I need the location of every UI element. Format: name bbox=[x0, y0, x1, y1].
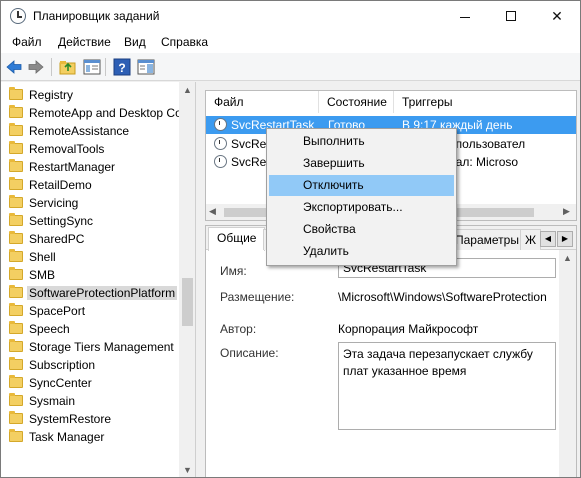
description-label: Описание: bbox=[220, 346, 279, 360]
folder-icon bbox=[9, 87, 23, 100]
tree-item[interactable]: Speech bbox=[9, 320, 179, 338]
task-scheduler-window: Планировщик заданий ✕ Файл Действие Вид … bbox=[0, 0, 581, 478]
maximize-icon bbox=[506, 11, 516, 21]
tree-item[interactable]: RetailDemo bbox=[9, 176, 179, 194]
menu-item-export[interactable]: Экспортировать... bbox=[269, 197, 454, 218]
menu-item-run[interactable]: Выполнить bbox=[269, 131, 454, 152]
folder-icon bbox=[9, 393, 23, 406]
toolbar-separator bbox=[105, 58, 106, 76]
tree-item[interactable]: Registry bbox=[9, 86, 179, 104]
folder-icon bbox=[9, 249, 23, 262]
tree-item[interactable]: Shell bbox=[9, 248, 179, 266]
svg-text:?: ? bbox=[118, 61, 125, 75]
clock-app-icon bbox=[10, 8, 26, 24]
window-title: Планировщик заданий bbox=[33, 9, 160, 23]
scroll-left-icon[interactable]: ◀ bbox=[209, 206, 216, 217]
folder-icon bbox=[9, 195, 23, 208]
tree-item[interactable]: RemovalTools bbox=[9, 140, 179, 158]
location-label: Размещение: bbox=[220, 290, 295, 304]
folder-icon bbox=[9, 177, 23, 190]
toolbar: ? bbox=[1, 53, 580, 81]
menu-bar: Файл Действие Вид Справка bbox=[1, 31, 580, 53]
tree-item[interactable]: Storage Tiers Management bbox=[9, 338, 179, 356]
folder-icon bbox=[9, 339, 23, 352]
title-bar: Планировщик заданий ✕ bbox=[1, 1, 580, 31]
folder-icon bbox=[9, 429, 23, 442]
minimize-button[interactable] bbox=[442, 1, 488, 31]
folder-icon bbox=[9, 321, 23, 334]
back-arrow-icon[interactable] bbox=[5, 58, 23, 76]
author-value: Корпорация Майкрософт bbox=[338, 322, 479, 336]
toolbar-separator bbox=[51, 58, 52, 76]
menu-item-end[interactable]: Завершить bbox=[269, 153, 454, 174]
folder-icon bbox=[9, 105, 23, 118]
context-menu: Выполнить Завершить Отключить Экспортиро… bbox=[266, 128, 457, 266]
tree-item[interactable]: SystemRestore bbox=[9, 410, 179, 428]
column-header-triggers[interactable]: Триггеры bbox=[394, 91, 576, 113]
name-label: Имя: bbox=[220, 264, 247, 278]
help-icon[interactable]: ? bbox=[113, 58, 131, 76]
tree-item[interactable]: RestartManager bbox=[9, 158, 179, 176]
tree-item[interactable]: Servicing bbox=[9, 194, 179, 212]
folder-icon bbox=[9, 303, 23, 316]
menu-help[interactable]: Справка bbox=[161, 35, 208, 49]
menu-item-disable[interactable]: Отключить bbox=[269, 175, 454, 196]
column-header-file[interactable]: Файл bbox=[206, 91, 319, 113]
tree-item[interactable]: Task Manager bbox=[9, 428, 179, 446]
menu-action[interactable]: Действие bbox=[58, 35, 111, 49]
minimize-icon bbox=[460, 16, 470, 18]
menu-item-delete[interactable]: Удалить bbox=[269, 241, 454, 262]
scroll-right-icon[interactable]: ▶ bbox=[563, 206, 570, 217]
action-pane-icon[interactable] bbox=[137, 58, 155, 76]
tree-item[interactable]: SMB bbox=[9, 266, 179, 284]
folder-icon bbox=[9, 123, 23, 136]
description-field[interactable]: Эта задача перезапускает службу плат ука… bbox=[338, 342, 556, 430]
tab-scroll-right-icon[interactable]: ▶ bbox=[557, 231, 573, 247]
author-label: Автор: bbox=[220, 322, 257, 336]
tab-log[interactable]: Ж bbox=[520, 229, 542, 250]
tree-item[interactable]: RemoteApp and Desktop Co bbox=[9, 104, 182, 122]
maximize-button[interactable] bbox=[488, 1, 534, 31]
task-clock-icon bbox=[214, 155, 227, 168]
console-tree: Registry RemoteApp and Desktop Co Remote… bbox=[1, 82, 196, 477]
folder-icon bbox=[9, 213, 23, 226]
menu-item-properties[interactable]: Свойства bbox=[269, 219, 454, 240]
folder-icon bbox=[9, 159, 23, 172]
scroll-up-icon[interactable]: ▲ bbox=[559, 250, 576, 267]
scroll-down-icon[interactable]: ▼ bbox=[179, 462, 195, 477]
tab-scroll-left-icon[interactable]: ◀ bbox=[540, 231, 556, 247]
menu-file[interactable]: Файл bbox=[12, 35, 42, 49]
show-hide-console-tree-icon[interactable] bbox=[83, 58, 101, 76]
tree-item[interactable]: Subscription bbox=[9, 356, 179, 374]
tree-scrollbar[interactable]: ▲ ▼ bbox=[179, 82, 195, 477]
task-clock-icon bbox=[214, 137, 227, 150]
column-header-state[interactable]: Состояние bbox=[319, 91, 394, 113]
forward-arrow-icon[interactable] bbox=[27, 58, 45, 76]
tree-item-selected[interactable]: SoftwareProtectionPlatform bbox=[9, 284, 179, 302]
folder-icon bbox=[9, 267, 23, 280]
location-value: \Microsoft\Windows\SoftwareProtection bbox=[338, 290, 547, 304]
tree-item[interactable]: RemoteAssistance bbox=[9, 122, 179, 140]
tree-item[interactable]: Sysmain bbox=[9, 392, 179, 410]
folder-icon bbox=[9, 357, 23, 370]
folder-icon bbox=[9, 375, 23, 388]
tree-item[interactable]: SyncCenter bbox=[9, 374, 179, 392]
folder-icon bbox=[9, 231, 23, 244]
menu-view[interactable]: Вид bbox=[124, 35, 146, 49]
close-button[interactable]: ✕ bbox=[534, 1, 580, 31]
task-clock-icon bbox=[214, 118, 227, 131]
folder-icon bbox=[9, 141, 23, 154]
tab-general[interactable]: Общие bbox=[208, 227, 266, 251]
scrollbar-thumb[interactable] bbox=[182, 278, 193, 326]
tree-item[interactable]: SharedPC bbox=[9, 230, 179, 248]
up-folder-icon[interactable] bbox=[59, 58, 77, 76]
folder-icon bbox=[9, 411, 23, 424]
scroll-up-icon[interactable]: ▲ bbox=[179, 82, 195, 99]
tab-parameters[interactable]: Параметры bbox=[446, 229, 528, 250]
properties-scrollbar[interactable]: ▲ bbox=[559, 250, 576, 477]
tree-item[interactable]: SpacePort bbox=[9, 302, 179, 320]
folder-icon bbox=[9, 285, 23, 298]
tree-item[interactable]: SettingSync bbox=[9, 212, 179, 230]
